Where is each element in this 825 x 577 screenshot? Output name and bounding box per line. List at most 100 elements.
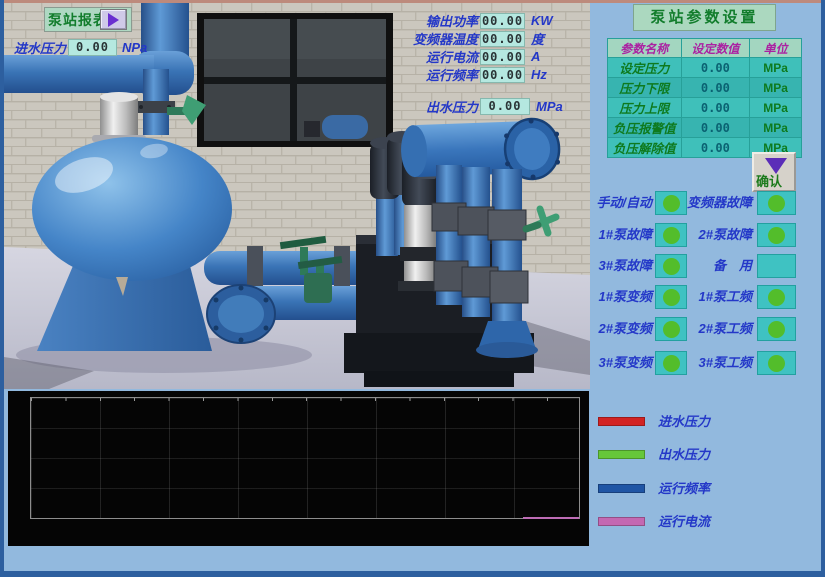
legend-label-inlet-pressure: 进水压力 <box>658 413 710 431</box>
run-current-value[interactable]: 00.00 <box>480 49 525 65</box>
pressure-tank <box>32 137 232 281</box>
run-current-unit: A <box>531 49 540 64</box>
indicator-label-pump3-mains: 3#泵工频 <box>686 351 752 375</box>
lamp-icon <box>663 355 680 372</box>
legend-swatch-run-frequency <box>598 484 645 493</box>
legend-swatch-outlet-pressure <box>598 450 645 459</box>
lamp-icon <box>663 258 680 275</box>
confirm-button-label: 确认 <box>756 171 782 190</box>
metric-inverter-temp: 变频器温度 00.00 度 <box>398 29 544 48</box>
trend-plot-area <box>30 397 580 519</box>
indicator-lamp-pump1-vfd <box>655 285 687 309</box>
lamp-icon <box>663 227 680 244</box>
indicator-label-pump2-fault: 2#泵故障 <box>686 223 752 247</box>
indicator-lamp-manual-auto <box>655 191 687 215</box>
tank-top-fitting <box>92 92 146 142</box>
settings-table: 参数名称 设定数值 单位 设定压力 0.00 MPa 压力下限 0.00 MPa… <box>607 38 802 158</box>
indicator-lamp-pump3-vfd <box>655 351 687 375</box>
run-frequency-unit: Hz <box>531 67 547 82</box>
metric-output-power: 输出功率 00.00 KW <box>398 11 553 30</box>
legend-label-run-current: 运行电流 <box>658 513 710 531</box>
settings-table-header: 参数名称 设定数值 单位 <box>608 39 802 58</box>
lamp-icon <box>768 289 785 306</box>
indicator-label-pump1-fault: 1#泵故障 <box>588 223 652 247</box>
outlet-pressure-field: 出水压力 0.00 MPa <box>398 97 563 116</box>
indicator-lamp-vfd-fault <box>757 191 796 215</box>
axis-ticks <box>31 398 579 401</box>
indicator-lamp-pump2-mains <box>757 317 796 341</box>
report-arrow-button[interactable] <box>100 9 127 30</box>
lamp-icon <box>663 195 680 212</box>
run-frequency-label: 运行频率 <box>398 65 478 84</box>
run-current-label: 运行电流 <box>398 47 478 66</box>
metric-run-frequency: 运行频率 00.00 Hz <box>398 65 547 84</box>
indicator-row: 2#泵变频 2#泵工频 <box>588 317 821 341</box>
indicator-label-pump3-vfd: 3#泵变频 <box>588 351 652 375</box>
frame-border <box>0 0 4 577</box>
indicator-lamp-pump2-vfd <box>655 317 687 341</box>
inlet-pressure-unit: NPa <box>122 40 147 55</box>
inlet-pressure-value[interactable]: 0.00 <box>68 39 117 56</box>
lamp-icon <box>768 195 785 212</box>
output-power-value[interactable]: 00.00 <box>480 13 525 29</box>
lamp-icon <box>663 289 680 306</box>
table-row: 压力上限 0.00 MPa <box>608 98 802 118</box>
inlet-pressure-field: 进水压力 0.00 NPa <box>12 38 147 57</box>
run-frequency-value[interactable]: 00.00 <box>480 67 525 83</box>
header-set-value: 设定数值 <box>681 39 750 58</box>
indicator-lamp-spare <box>757 254 796 278</box>
indicator-label-pump3-fault: 3#泵故障 <box>588 254 652 278</box>
table-row: 设定压力 0.00 MPa <box>608 58 802 78</box>
indicator-lamp-pump3-fault <box>655 254 687 278</box>
output-power-label: 输出功率 <box>398 11 478 30</box>
indicator-row: 3#泵变频 3#泵工频 <box>588 351 821 375</box>
indicator-row: 3#泵故障 备 用 <box>588 254 821 278</box>
legend-swatch-run-current <box>598 517 645 526</box>
lamp-icon <box>768 227 785 244</box>
outlet-pressure-label: 出水压力 <box>398 97 478 116</box>
inlet-pressure-label: 进水压力 <box>12 38 66 57</box>
output-power-unit: KW <box>531 13 553 28</box>
indicator-label-pump2-mains: 2#泵工频 <box>686 317 752 341</box>
indicator-label-pump2-vfd: 2#泵变频 <box>588 317 652 341</box>
legend-swatch-inlet-pressure <box>598 417 645 426</box>
report-button-label: 泵站报表 <box>45 10 108 30</box>
header-param-name: 参数名称 <box>608 39 682 58</box>
table-row: 负压报警值 0.00 MPa <box>608 118 802 138</box>
indicator-lamp-pump1-fault <box>655 223 687 247</box>
indicator-lamp-pump3-mains <box>757 351 796 375</box>
indicator-lamp-pump2-fault <box>757 223 796 247</box>
lamp-icon <box>768 321 785 338</box>
settings-panel-title: 泵站参数设置 <box>633 4 776 31</box>
lamp-icon <box>663 321 680 338</box>
indicator-label-pump1-mains: 1#泵工频 <box>686 285 752 309</box>
play-right-icon <box>108 13 119 27</box>
outlet-pressure-value[interactable]: 0.00 <box>480 98 530 115</box>
legend-label-outlet-pressure: 出水压力 <box>658 446 710 464</box>
frame-border <box>821 0 825 577</box>
frame-border <box>0 571 825 577</box>
indicator-label-pump1-vfd: 1#泵变频 <box>588 285 652 309</box>
indicator-row: 1#泵变频 1#泵工频 <box>588 285 821 309</box>
confirm-button[interactable]: 确认 <box>752 152 796 192</box>
header-unit: 单位 <box>750 39 802 58</box>
inverter-temp-value[interactable]: 00.00 <box>480 31 525 47</box>
inverter-temp-label: 变频器温度 <box>398 29 478 48</box>
legend-label-run-frequency: 运行频率 <box>658 480 710 498</box>
trend-chart[interactable] <box>8 391 589 546</box>
indicator-label-manual-auto: 手动/自动 <box>588 191 652 215</box>
indicator-row: 1#泵故障 2#泵故障 <box>588 223 821 247</box>
table-row: 压力下限 0.00 MPa <box>608 78 802 98</box>
run-current-trace <box>523 517 579 519</box>
indicator-label-vfd-fault: 变频器故障 <box>686 191 752 215</box>
indicator-lamp-pump1-mains <box>757 285 796 309</box>
outlet-pressure-unit: MPa <box>536 99 563 114</box>
metric-run-current: 运行电流 00.00 A <box>398 47 540 66</box>
indicator-label-spare: 备 用 <box>686 254 752 278</box>
indicator-row: 手动/自动 变频器故障 <box>588 191 821 215</box>
pump-station-hmi-screen: 泵站报表 进水压力 0.00 NPa 输出功率 00.00 KW 变频器温度 0… <box>0 0 825 577</box>
top-border-strip <box>4 0 821 3</box>
window <box>197 13 393 147</box>
inverter-temp-unit: 度 <box>531 29 544 48</box>
lamp-icon <box>768 355 785 372</box>
